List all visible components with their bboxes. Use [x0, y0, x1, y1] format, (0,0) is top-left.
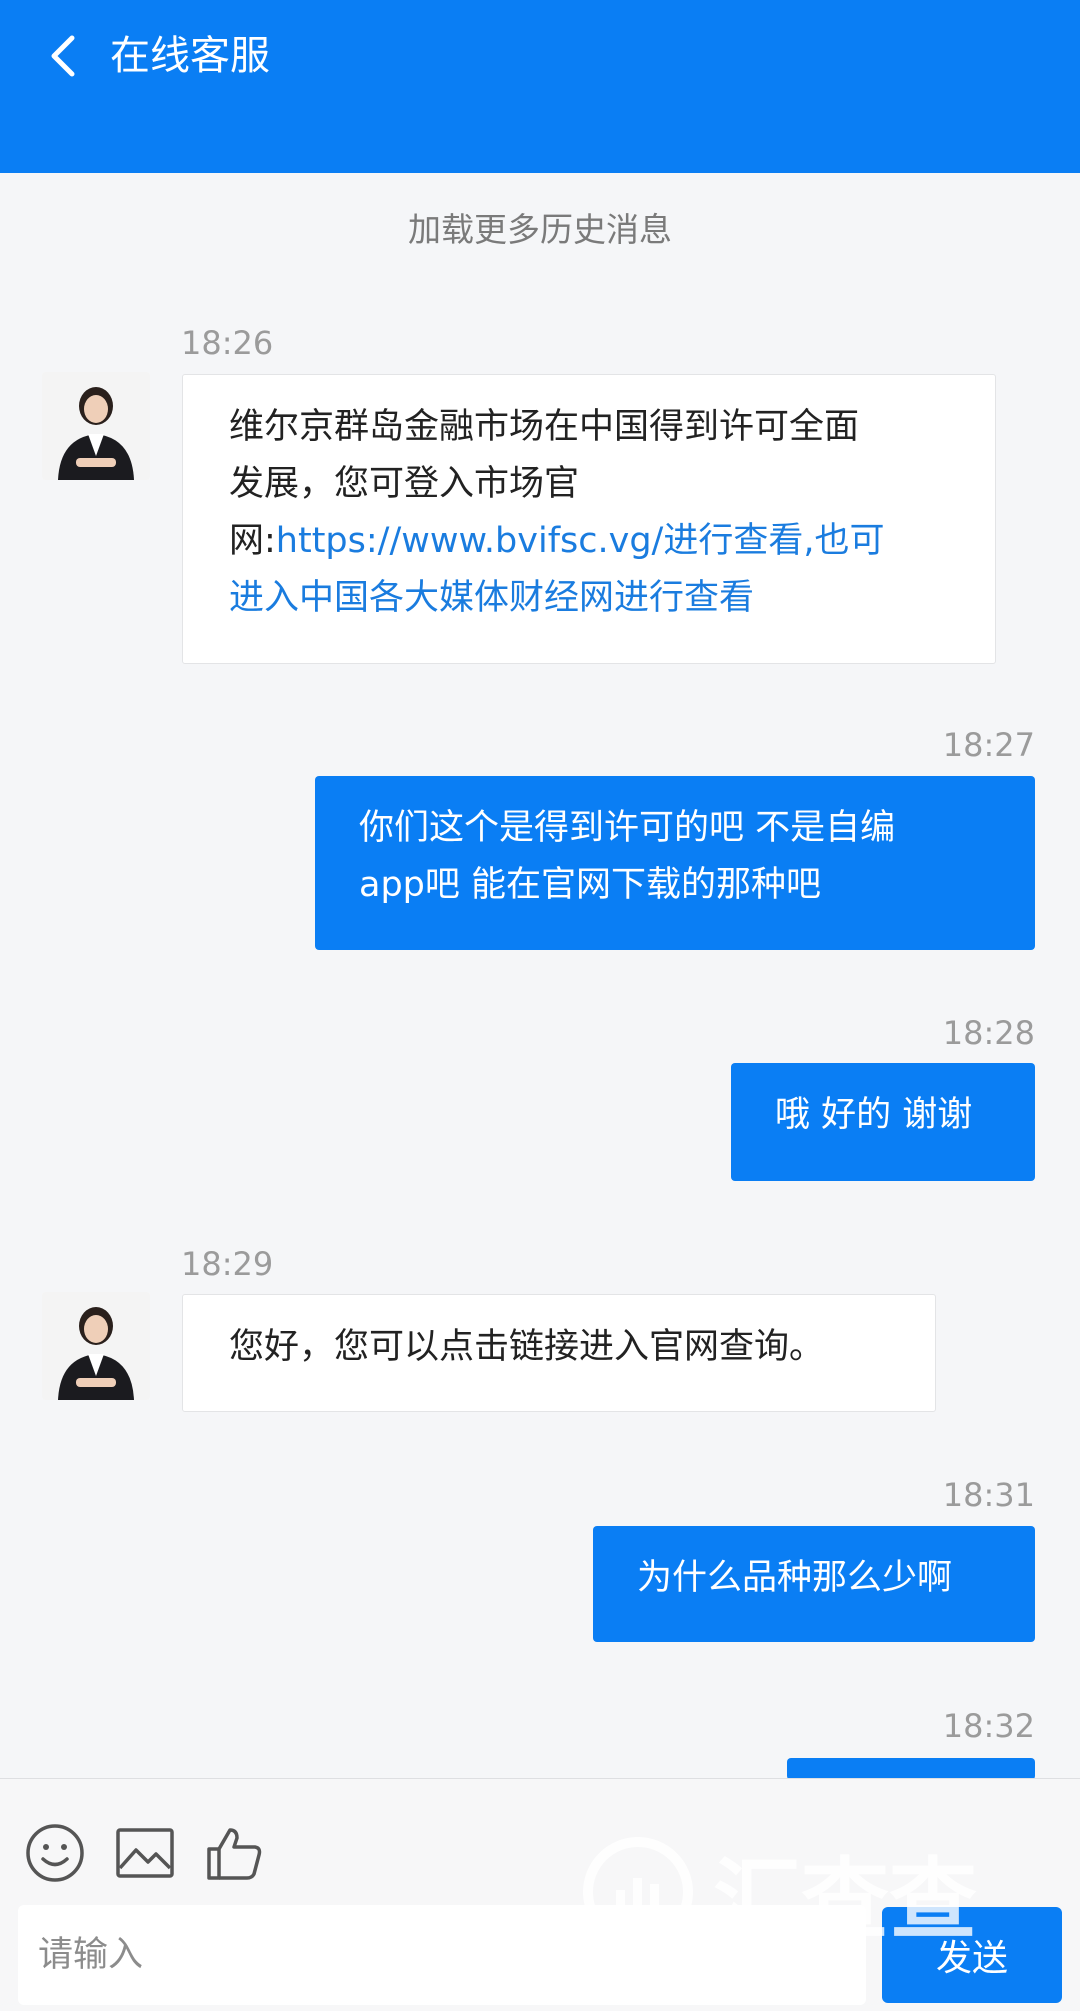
chevron-left-icon[interactable]: [44, 32, 84, 80]
website-link[interactable]: https://www.bvifsc.vg/进行查看,也可: [276, 521, 885, 561]
agent-avatar: [42, 1292, 150, 1400]
message-timestamp: 18:26: [181, 324, 274, 362]
agent-message-bubble: 您好，您可以点击链接进入官网查询。: [182, 1294, 936, 1412]
message-timestamp: 18:32: [942, 1707, 1035, 1745]
app-header: 在线客服: [0, 0, 1080, 173]
thumbs-up-icon[interactable]: [204, 1822, 266, 1884]
message-timestamp: 18:27: [942, 726, 1035, 764]
user-message-bubble: 哦 好的 谢谢: [731, 1063, 1035, 1181]
user-message-bubble: 你们这个是得到许可的吧 不是自编 app吧 能在官网下载的那种吧: [315, 776, 1035, 950]
message-timestamp: 18:31: [942, 1476, 1035, 1514]
website-link-continued[interactable]: 进入中国各大媒体财经网进行查看: [229, 570, 949, 627]
send-button[interactable]: 发送: [882, 1907, 1062, 2003]
agent-message-bubble: 维尔京群岛金融市场在中国得到许可全面 发展，您可登入市场官 网:https://…: [182, 374, 996, 664]
emoji-icon[interactable]: [24, 1822, 86, 1884]
user-message-bubble: 为什么品种那么少啊: [593, 1526, 1035, 1642]
load-more-history-link[interactable]: 加载更多历史消息: [0, 205, 1080, 255]
user-message-bubble: [787, 1758, 1035, 1780]
message-input[interactable]: [18, 1905, 866, 2005]
agent-avatar: [42, 372, 150, 480]
image-icon[interactable]: [114, 1822, 176, 1884]
page-title: 在线客服: [110, 33, 270, 79]
message-timestamp: 18:28: [942, 1014, 1035, 1052]
message-timestamp: 18:29: [181, 1245, 274, 1283]
